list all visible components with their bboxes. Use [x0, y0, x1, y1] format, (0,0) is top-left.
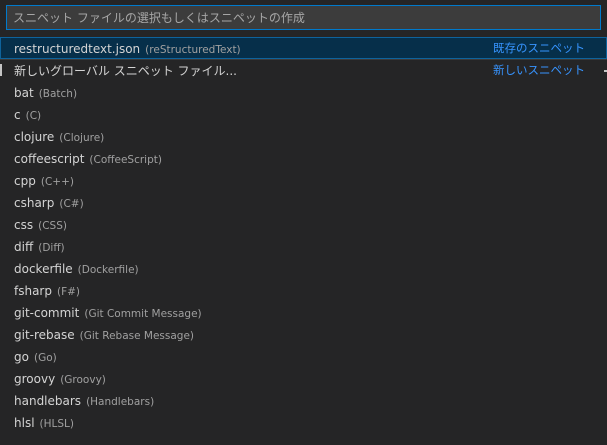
snippet-search-input[interactable]	[7, 6, 600, 29]
item-label: csharp	[14, 196, 55, 210]
snippet-language-item[interactable]: dockerfile (Dockerfile)	[0, 257, 607, 279]
item-label: 新しいグローバル スニペット ファイル...	[14, 64, 237, 78]
item-description: (Batch)	[38, 88, 78, 100]
snippet-language-item[interactable]: diff (Diff)	[0, 235, 607, 257]
snippet-language-item[interactable]: git-rebase (Git Rebase Message)	[0, 323, 607, 345]
item-description: (Clojure)	[59, 132, 105, 144]
snippet-item-existing[interactable]: restructuredtext.json (reStructuredText) 既…	[0, 37, 607, 59]
item-label: go	[14, 350, 29, 364]
snippet-language-item[interactable]: csharp (C#)	[0, 191, 607, 213]
snippet-language-item[interactable]: css (CSS)	[0, 213, 607, 235]
item-label: groovy	[14, 372, 56, 386]
item-label: hlsl	[14, 416, 35, 430]
snippet-language-item[interactable]: fsharp (F#)	[0, 279, 607, 301]
snippet-language-item[interactable]: git-commit (Git Commit Message)	[0, 301, 607, 323]
item-label: c	[14, 108, 21, 122]
item-label: clojure	[14, 130, 55, 144]
item-description: (Handlebars)	[86, 396, 155, 408]
item-description: (C#)	[59, 198, 84, 210]
item-description: (C)	[25, 110, 42, 122]
snippet-language-item[interactable]: cpp (C++)	[0, 169, 607, 191]
quick-pick-separator	[0, 59, 607, 60]
item-description: (CSS)	[38, 220, 67, 232]
quick-pick-list[interactable]: restructuredtext.json (reStructuredText) 既…	[0, 37, 607, 433]
quick-pick-widget: restructuredtext.json (reStructuredText) 既…	[0, 0, 607, 445]
item-description: (Go)	[33, 352, 57, 364]
quick-pick-input-box[interactable]	[6, 5, 601, 30]
item-label: restructuredtext.json	[14, 42, 141, 56]
item-label: handlebars	[14, 394, 82, 408]
item-group-label: 新しいスニペット	[493, 63, 585, 77]
snippet-language-item[interactable]: c (C)	[0, 103, 607, 125]
item-label: git-rebase	[14, 328, 75, 342]
item-label: dockerfile	[14, 262, 73, 276]
item-description: (F#)	[57, 286, 81, 298]
snippet-language-item[interactable]: coffeescript (CoffeeScript)	[0, 147, 607, 169]
snippet-item-new-global[interactable]: 新しいグローバル スニペット ファイル... 新しいスニペット	[0, 59, 607, 81]
item-label: coffeescript	[14, 152, 85, 166]
item-description: (HLSL)	[39, 418, 74, 430]
snippet-language-item[interactable]: groovy (Groovy)	[0, 367, 607, 389]
snippet-language-item[interactable]: hlsl (HLSL)	[0, 411, 607, 433]
item-description: (Git Commit Message)	[84, 308, 202, 320]
item-label: fsharp	[14, 284, 52, 298]
snippet-language-item[interactable]: go (Go)	[0, 345, 607, 367]
item-label: git-commit	[14, 306, 80, 320]
snippet-language-item[interactable]: handlebars (Handlebars)	[0, 389, 607, 411]
item-description: (Dockerfile)	[77, 264, 139, 276]
item-label: bat	[14, 86, 34, 100]
item-description: (Groovy)	[60, 374, 106, 386]
item-label: cpp	[14, 174, 36, 188]
item-description: (Diff)	[38, 242, 65, 254]
item-description: (CoffeeScript)	[89, 154, 162, 166]
item-label: diff	[14, 240, 34, 254]
snippet-language-item[interactable]: bat (Batch)	[0, 81, 607, 103]
item-group-label: 既存のスニペット	[493, 41, 585, 55]
item-description: (C++)	[40, 176, 74, 188]
item-label: css	[14, 218, 34, 232]
item-description: (reStructuredText)	[145, 44, 241, 56]
snippet-language-item[interactable]: clojure (Clojure)	[0, 125, 607, 147]
item-description: (Git Rebase Message)	[79, 330, 195, 342]
